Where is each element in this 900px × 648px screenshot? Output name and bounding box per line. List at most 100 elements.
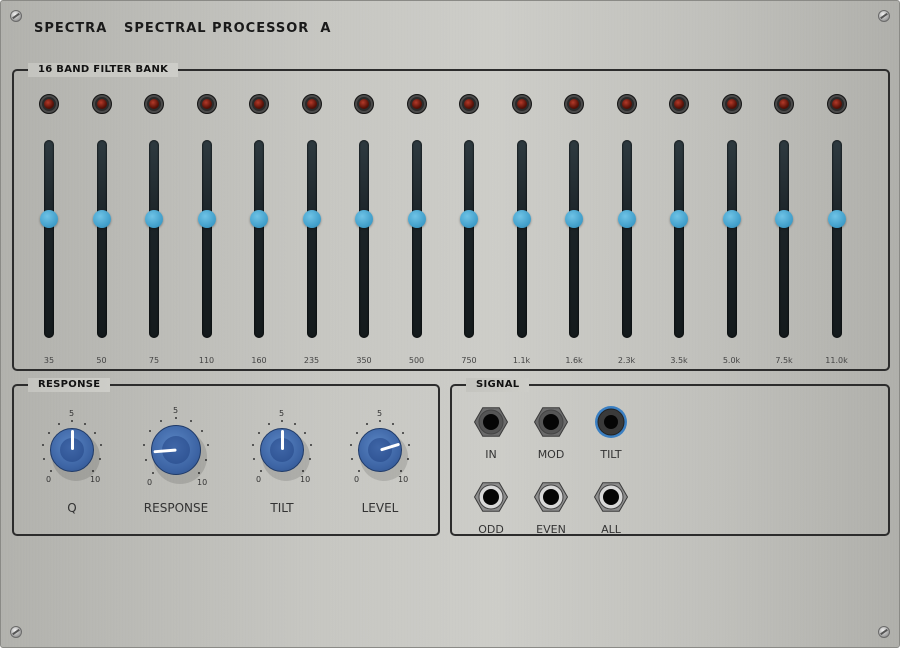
band-slider-7.5k[interactable] [779, 140, 789, 338]
jack-odd[interactable] [474, 480, 508, 514]
band-frequency-label: 3.5k [670, 356, 688, 365]
knob-tick [144, 458, 147, 461]
knob-tick [175, 417, 177, 419]
knob-tick [47, 431, 50, 434]
knob-label: RESPONSE [143, 501, 209, 515]
jack-label: EVEN [536, 523, 566, 536]
jack-socket-icon [474, 407, 508, 437]
band-led-icon [249, 94, 269, 114]
jack-all[interactable] [594, 480, 628, 514]
knob-tick [206, 443, 209, 446]
band-led-icon [39, 94, 59, 114]
jack-even[interactable] [534, 480, 568, 514]
screw-icon [10, 10, 22, 22]
band-frequency-label: 2.3k [617, 356, 636, 365]
band-slider-160[interactable] [254, 140, 264, 338]
band-slider-11.0k[interactable] [831, 140, 842, 338]
band-frequency-label: 50 [96, 356, 107, 365]
band-slider-1.1k[interactable] [516, 140, 527, 338]
band-frequency-label: 1.1k [512, 356, 531, 365]
jack-in[interactable] [474, 405, 508, 439]
response-title: RESPONSE [28, 378, 111, 392]
band-slider-handle[interactable] [617, 210, 636, 229]
jack-socket-icon [474, 482, 508, 512]
band-led-icon [144, 94, 164, 114]
band-frequency-label: 75 [148, 356, 160, 365]
knob-tick [379, 420, 381, 422]
band-slider-handle[interactable] [407, 210, 426, 229]
band-slider-handle[interactable] [512, 210, 531, 229]
band-slider-500[interactable] [411, 140, 422, 338]
knob-tick [57, 423, 60, 426]
module-title: SPECTRAL PROCESSOR A [124, 21, 332, 36]
knob-mid-label: 5 [377, 409, 383, 418]
band-led-icon [511, 94, 532, 114]
knob-label: TILT [270, 501, 294, 515]
band-slider-235[interactable] [306, 140, 317, 338]
band-frequency-label: 5.0k [722, 356, 741, 365]
band-slider-handle[interactable] [722, 210, 741, 229]
band-frequency-label: 35 [43, 356, 55, 365]
filter-bank-section [12, 69, 890, 371]
band-led-icon [564, 94, 584, 114]
band-led-icon [301, 94, 322, 114]
knob-min-label: 0 [256, 475, 262, 484]
knob-min-label: 0 [354, 475, 360, 484]
band-led-icon [459, 94, 479, 114]
jack-socket-icon [534, 482, 568, 512]
knob-tick [71, 420, 73, 422]
band-slider-5.0k[interactable] [726, 140, 737, 338]
knob-tick [281, 420, 283, 422]
band-slider-35[interactable] [44, 140, 54, 338]
jack-socket-icon [534, 407, 568, 437]
band-led-icon [196, 94, 217, 114]
band-led-icon [354, 94, 374, 114]
jack-mod[interactable] [534, 405, 568, 439]
jack-label: TILT [600, 448, 622, 461]
knob-mid-label: 5 [173, 406, 179, 415]
knob-max-label: 10 [90, 475, 101, 484]
filter-bank-title: 16 BAND FILTER BANK [28, 63, 179, 77]
jack-label: IN [485, 448, 497, 461]
jack-socket-icon [594, 482, 628, 512]
band-slider-3.5k[interactable] [674, 140, 684, 338]
band-led-icon [91, 94, 112, 114]
screw-icon [10, 626, 22, 638]
band-slider-750[interactable] [464, 140, 474, 338]
signal-title: SIGNAL [466, 378, 530, 392]
jack-socket-icon [595, 406, 627, 438]
band-slider-handle[interactable] [197, 210, 216, 229]
screw-icon [878, 10, 890, 22]
band-slider-handle[interactable] [827, 210, 846, 229]
band-slider-50[interactable] [96, 140, 107, 338]
knob-pointer [280, 430, 284, 450]
jack-label: ODD [478, 523, 504, 536]
band-slider-2.3k[interactable] [621, 140, 632, 338]
band-led-icon [721, 94, 742, 114]
knob-min-label: 0 [147, 478, 153, 487]
brand-name: SPECTRA [34, 21, 108, 36]
band-slider-1.6k[interactable] [569, 140, 579, 338]
jack-tilt[interactable] [594, 405, 628, 439]
module-panel: SPECTRA SPECTRAL PROCESSOR A 16 BAND FIL… [0, 0, 900, 648]
band-slider-handle[interactable] [302, 210, 321, 229]
knob-label: LEVEL [361, 501, 399, 515]
knob-tick [355, 431, 358, 434]
band-frequency-label: 11.0k [825, 356, 848, 365]
band-slider-handle[interactable] [92, 210, 111, 229]
band-led-icon [406, 94, 427, 114]
knob-max-label: 10 [398, 475, 409, 484]
band-led-icon [774, 94, 794, 114]
knob-mid-label: 5 [69, 409, 75, 418]
knob-mid-label: 5 [279, 409, 285, 418]
knob-tick [365, 423, 368, 426]
band-slider-110[interactable] [201, 140, 212, 338]
knob-pointer [70, 430, 74, 450]
band-frequency-label: 110 [198, 356, 215, 365]
band-slider-75[interactable] [149, 140, 159, 338]
band-led-icon [826, 94, 847, 114]
band-frequency-label: 1.6k [565, 356, 583, 365]
band-slider-350[interactable] [359, 140, 369, 338]
band-frequency-label: 7.5k [775, 356, 793, 365]
knob-tick [257, 431, 260, 434]
